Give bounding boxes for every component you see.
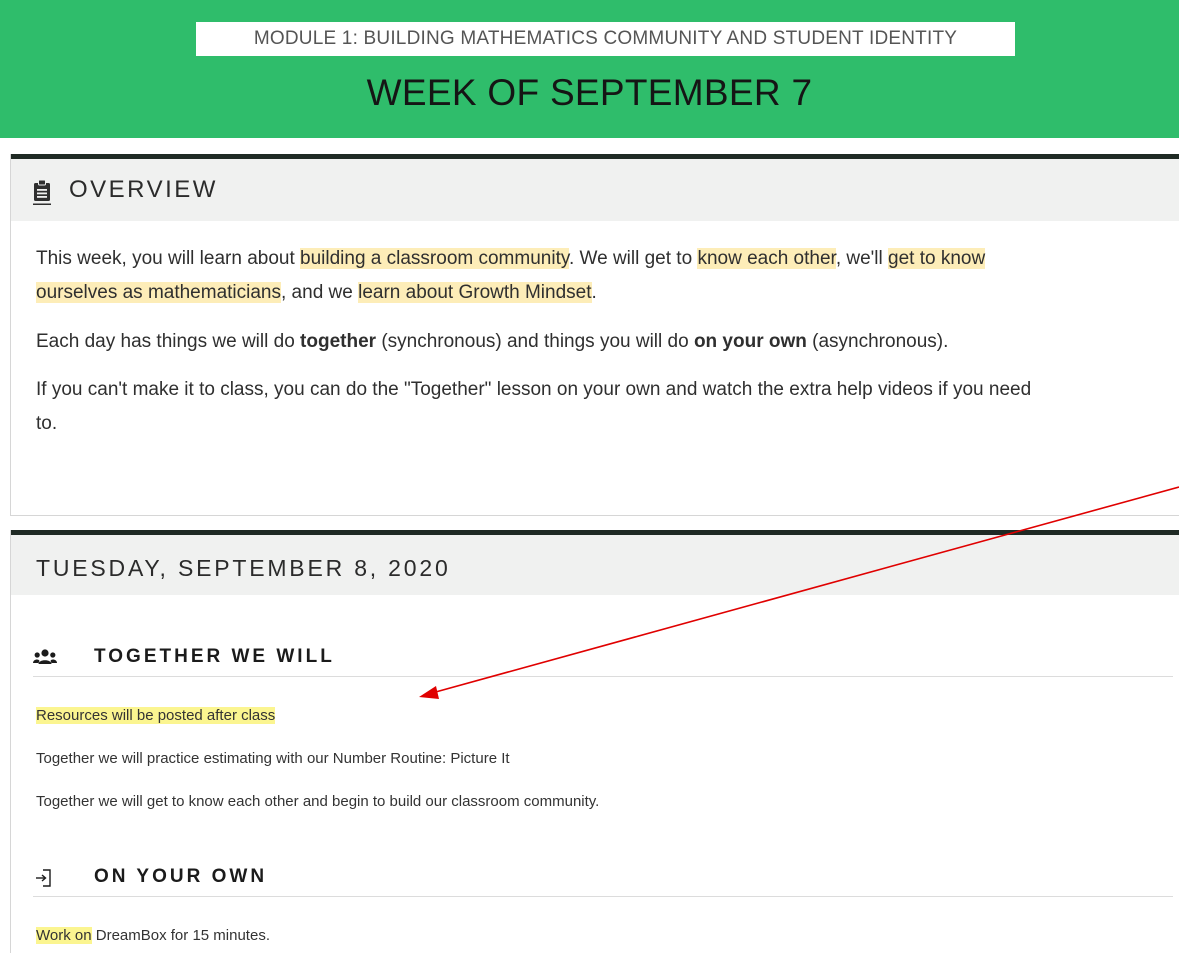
on-your-own-line: Work on DreamBox for 15 minutes. <box>36 926 1156 946</box>
overview-paragraph-3: If you can't make it to class, you can d… <box>36 373 1161 441</box>
overview-text: (synchronous) and things you will do <box>376 331 694 352</box>
highlight-get-to-know: get to know <box>888 248 986 269</box>
clipboard-icon <box>33 179 51 205</box>
resources-notice-highlight: Resources will be posted after class <box>36 707 276 724</box>
overview-section: OVERVIEW This week, you will learn about… <box>10 154 1179 516</box>
overview-text: Each day has things we will do <box>36 331 301 352</box>
overview-header: OVERVIEW <box>11 159 1179 221</box>
bold-together: together <box>300 331 377 352</box>
module-label: MODULE 1: BUILDING MATHEMATICS COMMUNITY… <box>196 22 1015 56</box>
highlight-growth-mindset: learn about Growth Mindset <box>358 282 592 303</box>
overview-text: . We will get to <box>568 248 698 269</box>
overview-text: . <box>591 282 597 303</box>
week-banner: MODULE 1: BUILDING MATHEMATICS COMMUNITY… <box>0 0 1179 138</box>
overview-paragraph-2: Each day has things we will do together … <box>36 325 1161 359</box>
day-section: TUESDAY, SEPTEMBER 8, 2020 TOGETHER WE W… <box>10 530 1179 953</box>
day-header: TUESDAY, SEPTEMBER 8, 2020 <box>11 535 1179 595</box>
overview-text: If you can't make it to class, you can d… <box>36 379 1032 400</box>
bold-on-your-own: on your own <box>693 331 807 352</box>
users-icon <box>33 649 57 664</box>
together-heading: TOGETHER WE WILL <box>33 642 1173 677</box>
overview-text: to. <box>36 413 58 434</box>
together-title: TOGETHER WE WILL <box>94 646 335 667</box>
highlight-mathematicians: ourselves as mathematicians <box>36 282 281 303</box>
sign-in-icon <box>36 869 51 887</box>
together-line-2: Together we will get to know each other … <box>36 793 600 810</box>
overview-title: OVERVIEW <box>69 176 218 203</box>
together-line-1: Together we will practice estimating wit… <box>36 750 510 767</box>
week-title: WEEK OF SEPTEMBER 7 <box>366 72 813 113</box>
highlight-building-community: building a classroom community <box>300 248 569 269</box>
overview-text: This week, you will learn about <box>36 248 301 269</box>
day-title: TUESDAY, SEPTEMBER 8, 2020 <box>36 555 451 581</box>
overview-paragraph-1: This week, you will learn about building… <box>36 242 1161 310</box>
together-notice: Resources will be posted after class <box>36 706 1156 726</box>
on-your-own-title: ON YOUR OWN <box>94 866 268 887</box>
work-on-highlight: Work on <box>36 927 92 944</box>
highlight-know-each-other: know each other <box>697 248 836 269</box>
on-your-own-heading: ON YOUR OWN <box>33 862 1173 897</box>
overview-text: (asynchronous). <box>806 331 949 352</box>
on-your-own-text: DreamBox for 15 minutes. <box>91 927 270 944</box>
banner-spacer <box>0 138 1179 154</box>
overview-text: , and we <box>281 282 359 303</box>
overview-text: , we'll <box>835 248 889 269</box>
